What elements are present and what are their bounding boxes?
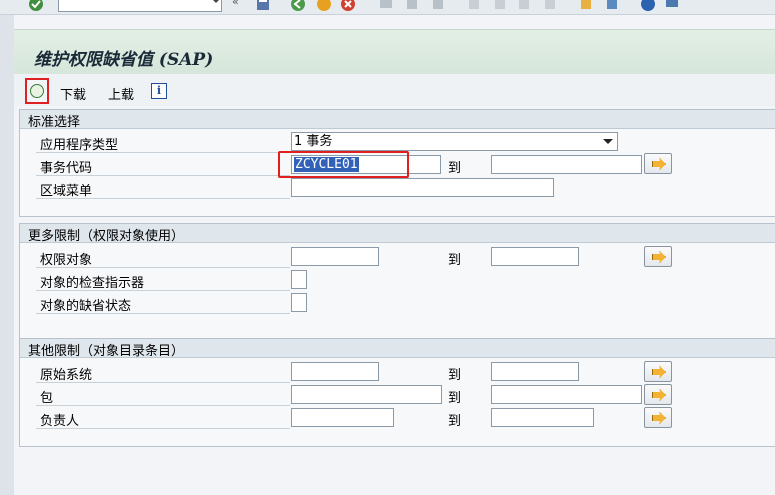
multiple-selection-arrow-icon: [652, 366, 666, 378]
group-more-restrictions: 更多限制（权限对象使用） 权限对象 到 对象的检查指示器 对象的缺省状态: [19, 223, 775, 347]
row-divider: [36, 428, 290, 429]
upload-button[interactable]: 上载: [108, 84, 134, 103]
label-transaction-code: 事务代码: [40, 161, 93, 176]
label-responsible-person: 负责人: [40, 414, 80, 429]
shortcut-icon[interactable]: [604, 0, 620, 12]
row-divider: [36, 405, 290, 406]
label-default-status: 对象的缺省状态: [40, 299, 132, 314]
row-divider: [36, 175, 290, 176]
previous-page-icon[interactable]: [492, 0, 508, 12]
package-to-input[interactable]: [491, 385, 642, 404]
application-toolbar: 下载 上载 i: [14, 74, 775, 106]
check-indicator-input[interactable]: [291, 270, 307, 289]
label-area-menu: 区域菜单: [40, 184, 93, 199]
create-session-icon[interactable]: [578, 0, 594, 12]
first-page-icon[interactable]: [466, 0, 482, 12]
auth-object-to-input[interactable]: [491, 247, 579, 266]
to-label: 到: [448, 391, 462, 406]
find-icon[interactable]: [404, 0, 420, 12]
group-title: 标准选择: [28, 115, 81, 130]
exit-icon[interactable]: [316, 0, 332, 12]
multiple-selection-arrow-icon: [652, 412, 666, 424]
page-title: 维护权限缺省值 (SAP): [34, 50, 214, 70]
label-application-type: 应用程序类型: [40, 138, 119, 153]
responsible-person-from-input[interactable]: [291, 408, 394, 427]
main-area: 维护权限缺省值 (SAP) 下载 上载 i 标准选择 应用程序类型 1 事务 事…: [14, 15, 775, 495]
help-icon[interactable]: [640, 0, 656, 12]
auth-object-from-input[interactable]: [291, 247, 379, 266]
download-button[interactable]: 下载: [60, 84, 86, 103]
multiple-selection-arrow-icon: [652, 158, 666, 170]
package-from-input[interactable]: [291, 385, 442, 404]
transaction-code-highlight: [278, 151, 409, 178]
multiple-selection-button[interactable]: [644, 246, 672, 267]
to-label: 到: [448, 414, 462, 429]
chevron-down-icon[interactable]: [212, 0, 220, 3]
next-page-icon[interactable]: [516, 0, 532, 12]
to-label: 到: [448, 161, 462, 176]
application-type-select[interactable]: 1 事务: [291, 132, 618, 151]
enter-check-icon[interactable]: [28, 0, 44, 12]
multiple-selection-button[interactable]: [644, 384, 672, 405]
title-bar: 维护权限缺省值 (SAP): [14, 29, 775, 74]
row-divider: [36, 313, 290, 314]
last-page-icon[interactable]: [542, 0, 558, 12]
multiple-selection-button[interactable]: [644, 407, 672, 428]
save-icon[interactable]: [255, 0, 271, 12]
label-check-indicator: 对象的检查指示器: [40, 276, 145, 291]
execute-button[interactable]: [25, 78, 49, 104]
group-title: 更多限制（权限对象使用）: [28, 229, 185, 244]
row-divider: [36, 290, 290, 291]
row-divider: [36, 198, 290, 199]
dropdown-caret-icon[interactable]: [603, 139, 613, 144]
row-divider: [36, 152, 290, 153]
row-divider: [36, 267, 290, 268]
group-title: 其他限制（对象目录条目）: [28, 344, 185, 359]
responsible-person-to-input[interactable]: [491, 408, 594, 427]
customize-layout-icon[interactable]: [664, 0, 680, 12]
group-header: 标准选择: [20, 110, 775, 130]
group-standard-selection: 标准选择 应用程序类型 1 事务 事务代码 ZCYCLE01 到 区域菜单: [19, 109, 775, 217]
label-auth-object: 权限对象: [40, 253, 93, 268]
original-system-to-input[interactable]: [491, 362, 579, 381]
to-label: 到: [448, 368, 462, 383]
multiple-selection-arrow-icon: [652, 389, 666, 401]
double-chevron-icon[interactable]: «: [232, 0, 248, 11]
application-type-value: 1 事务: [294, 134, 333, 149]
multiple-selection-arrow-icon: [652, 251, 666, 263]
transaction-code-to-input[interactable]: [491, 155, 642, 174]
multiple-selection-button[interactable]: [644, 153, 672, 174]
cancel-icon[interactable]: [340, 0, 356, 12]
multiple-selection-button[interactable]: [644, 361, 672, 382]
info-icon[interactable]: i: [151, 83, 167, 99]
default-status-input[interactable]: [291, 293, 307, 312]
label-original-system: 原始系统: [40, 368, 93, 383]
back-icon[interactable]: [290, 0, 306, 12]
area-menu-input[interactable]: [291, 178, 554, 197]
find-next-icon[interactable]: [430, 0, 446, 12]
original-system-from-input[interactable]: [291, 362, 379, 381]
group-header: 其他限制（对象目录条目）: [20, 339, 775, 359]
system-toolbar: «: [0, 0, 775, 15]
left-margin: [0, 15, 14, 495]
group-other-restrictions: 其他限制（对象目录条目） 原始系统 到 包 到 负责人 到: [19, 338, 775, 447]
print-icon[interactable]: [378, 0, 394, 12]
group-header: 更多限制（权限对象使用）: [20, 224, 775, 244]
command-field[interactable]: [58, 0, 222, 12]
label-package: 包: [40, 391, 54, 406]
row-divider: [36, 382, 290, 383]
to-label: 到: [448, 253, 462, 268]
execute-clock-icon: [30, 84, 44, 98]
